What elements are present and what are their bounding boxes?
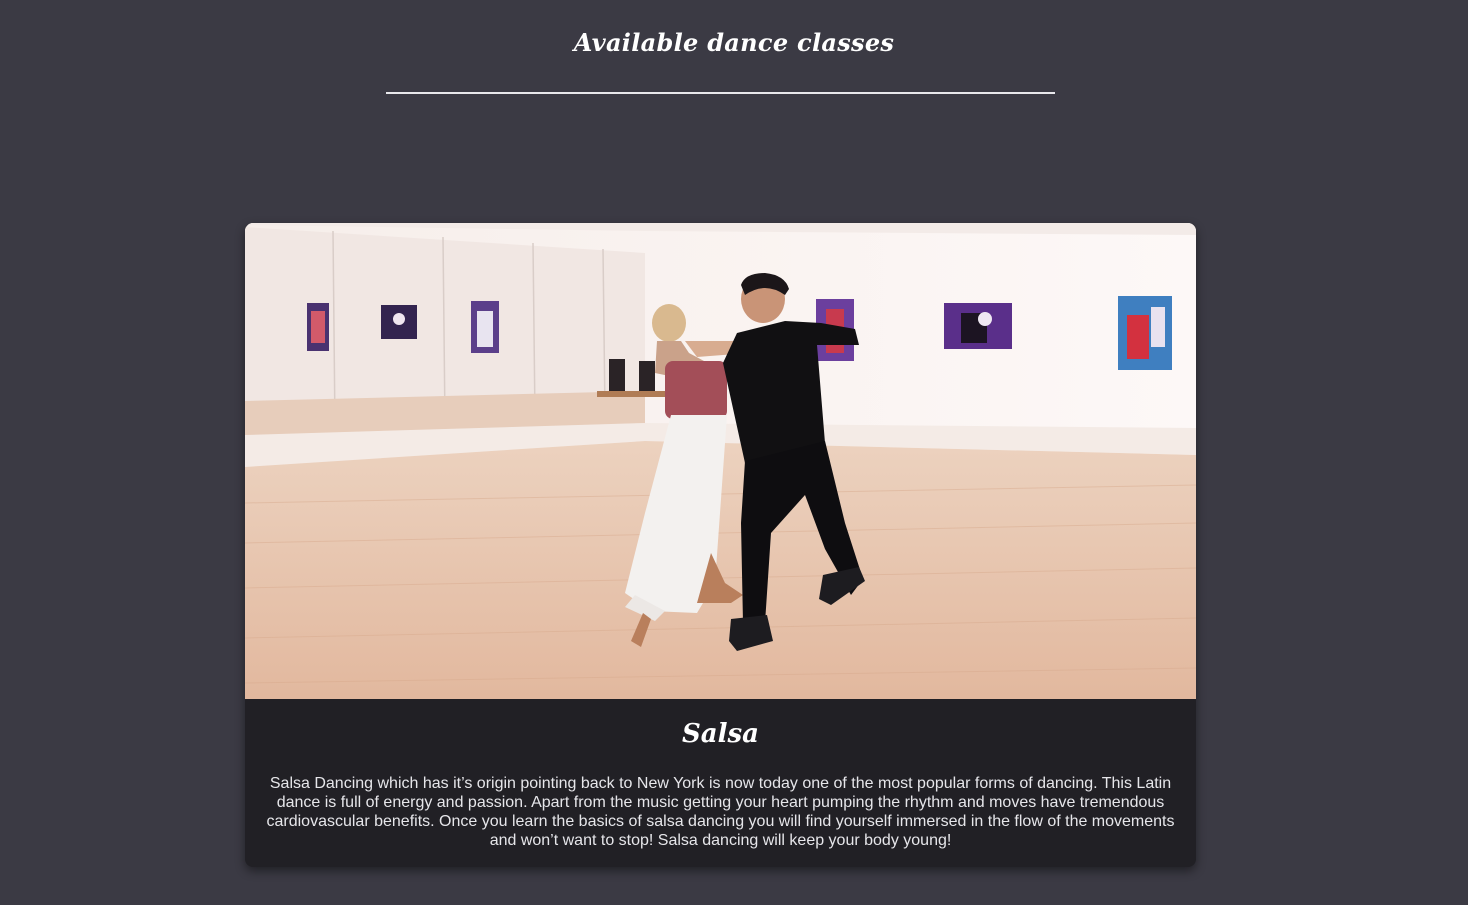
card-body: Salsa Salsa Dancing which has it’s origi…: [245, 699, 1196, 867]
class-title: Salsa: [682, 719, 759, 749]
page-title: Available dance classes: [573, 28, 895, 57]
class-description: Salsa Dancing which has it’s origin poin…: [266, 775, 1175, 849]
dance-couple-photo: [245, 223, 1196, 699]
dance-class-card: Salsa Salsa Dancing which has it’s origi…: [245, 223, 1196, 867]
title-divider: [386, 92, 1055, 94]
